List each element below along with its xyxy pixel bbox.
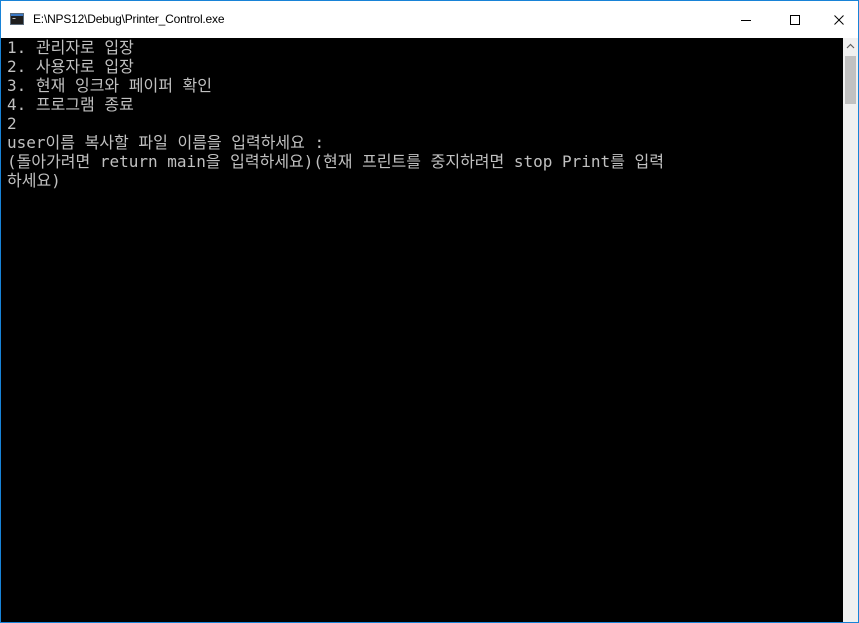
- title-bar[interactable]: E:\NPS12\Debug\Printer_Control.exe: [1, 1, 858, 38]
- console-output[interactable]: 1. 관리자로 입장 2. 사용자로 입장 3. 현재 잉크와 페이퍼 확인 4…: [1, 38, 843, 622]
- scrollbar-thumb[interactable]: [845, 56, 856, 104]
- maximize-button[interactable]: [772, 1, 818, 38]
- vertical-scrollbar[interactable]: [843, 38, 858, 622]
- maximize-icon: [790, 14, 800, 25]
- console-window: E:\NPS12\Debug\Printer_Control.exe 1. 관리…: [0, 0, 859, 623]
- console-line: 2: [7, 114, 17, 133]
- close-icon: [833, 14, 844, 25]
- scroll-up-button[interactable]: [843, 38, 858, 54]
- minimize-icon: [741, 19, 751, 21]
- console-line: (돌아가려면 return main을 입력하세요)(현재 프린트를 중지하려면…: [7, 152, 664, 171]
- console-line: 1. 관리자로 입장: [7, 38, 134, 57]
- console-line: user이름 복사할 파일 이름을 입력하세요 :: [7, 133, 325, 152]
- console-line: 하세요): [7, 171, 61, 190]
- console-line: 2. 사용자로 입장: [7, 57, 134, 76]
- console-line: 4. 프로그램 종료: [7, 95, 134, 114]
- window-title: E:\NPS12\Debug\Printer_Control.exe: [33, 12, 225, 26]
- console-line: 3. 현재 잉크와 페이퍼 확인: [7, 76, 212, 95]
- minimize-button[interactable]: [723, 1, 769, 38]
- close-button[interactable]: [819, 1, 858, 38]
- scroll-up-arrow-icon: [846, 43, 855, 49]
- console-app-icon: [10, 13, 24, 25]
